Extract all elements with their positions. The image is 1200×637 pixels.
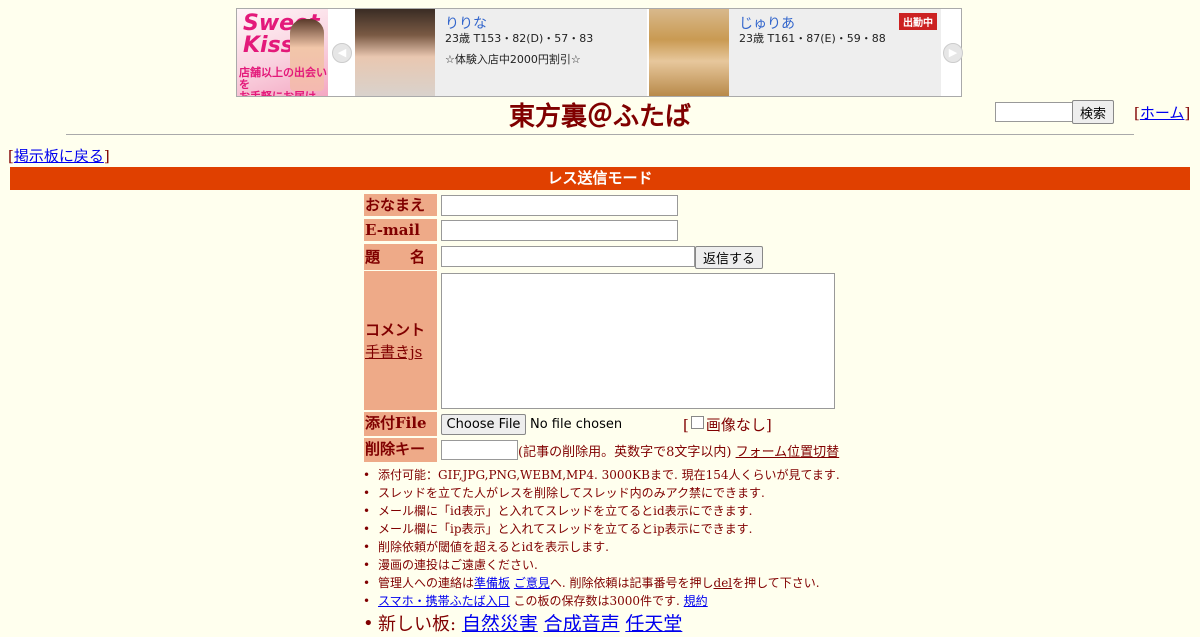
del-text: del	[713, 576, 733, 590]
contact-middle: へ. 削除依頼は記事番号を押し	[549, 576, 714, 590]
rule-item: メール欄に「id表示」と入れてスレッドを立てるとid表示にできます.	[363, 502, 840, 520]
no-image-checkbox[interactable]	[690, 416, 704, 429]
no-image-option: [画像なし]	[683, 416, 772, 434]
feedback-link[interactable]: ご意見	[514, 576, 550, 590]
ad-card-2-status-badge: 出勤中	[899, 13, 937, 30]
ad-card-2[interactable]: じゅりあ 23歳 T161・87(E)・59・88 出勤中	[649, 9, 941, 96]
ad-logo-image[interactable]: Sweet Kiss 店舗以上の出会いを お手軽にお届け	[237, 9, 328, 96]
choose-file-button[interactable]: Choose File	[441, 414, 526, 435]
file-status: No file chosen	[530, 417, 623, 432]
mobile-rule-item: スマホ・携帯ふたば入口 この板の保存数は3000件です. 規約	[363, 592, 840, 610]
contact-rule-item: 管理人への連絡は準備板 ご意見へ. 削除依頼は記事番号を押しdelを押して下さい…	[363, 574, 840, 592]
delkey-label: 削除キー	[364, 438, 437, 462]
ad-prev-arrow-icon[interactable]: ◀	[332, 43, 352, 63]
search-input[interactable]	[995, 102, 1075, 122]
ad-card-1-note: ☆体験入店中2000円割引☆	[445, 53, 581, 66]
new-boards-item: 新しい板: 自然災害 合成音声 任天堂	[363, 612, 840, 637]
name-label: おなまえ	[364, 194, 437, 216]
new-board-link[interactable]: 合成音声	[544, 613, 620, 635]
rule-item: スレッドを立てた人がレスを削除してスレッド内のみアク禁にできます.	[363, 484, 840, 502]
name-input[interactable]	[441, 195, 678, 216]
back-link-wrapper: [掲示板に戻る]	[8, 147, 110, 165]
home-link[interactable]: ホーム	[1140, 104, 1185, 122]
back-to-board-link[interactable]: 掲示板に戻る	[14, 147, 104, 165]
prep-board-link[interactable]: 準備板	[474, 576, 510, 590]
rule-item: 削除依頼が閾値を超えるとidを表示します.	[363, 538, 840, 556]
delete-key-input[interactable]	[441, 440, 518, 460]
ad-card-2-stats: 23歳 T161・87(E)・59・88	[739, 32, 886, 45]
ad-card-1[interactable]: りりな 23歳 T153・82(D)・57・83 ☆体験入店中2000円割引☆	[355, 9, 647, 96]
rule-item: 添付可能：GIF,JPG,PNG,WEBM,MP4. 3000KBまで. 現在1…	[363, 466, 840, 484]
delkey-note-text: (記事の削除用。英数字で8文字以内)	[518, 445, 732, 460]
rule-item: 漫画の連投はご遠慮ください.	[363, 556, 840, 574]
subject-label: 題 名	[364, 244, 437, 270]
delkey-note: (記事の削除用。英数字で8文字以内) フォーム位置切替	[518, 441, 839, 460]
title-divider	[66, 134, 1134, 135]
ad-next-arrow-icon[interactable]: ▶	[943, 43, 963, 63]
new-board-link[interactable]: 任天堂	[625, 613, 682, 635]
ad-banner[interactable]: Sweet Kiss 店舗以上の出会いを お手軽にお届け ◀ りりな 23歳 T…	[236, 8, 963, 97]
home-link-wrapper: [ホーム]	[1134, 104, 1191, 122]
board-rules-list: 添付可能：GIF,JPG,PNG,WEBM,MP4. 3000KBまで. 現在1…	[363, 466, 840, 637]
email-label: E-mail	[364, 219, 437, 241]
submit-reply-button[interactable]: 返信する	[695, 246, 763, 269]
new-board-link[interactable]: 自然災害	[462, 613, 538, 635]
ad-card-1-stats: 23歳 T153・82(D)・57・83	[445, 32, 594, 45]
rule-item: メール欄に「ip表示」と入れてスレッドを立てるとip表示にできます.	[363, 520, 840, 538]
search-button[interactable]: 検索	[1072, 100, 1114, 124]
reply-mode-bar: レス送信モード	[10, 167, 1190, 190]
ad-logo-subtext: 店舗以上の出会いを お手軽にお届け	[239, 66, 327, 97]
mobile-entrance-link[interactable]: スマホ・携帯ふたば入口	[378, 594, 510, 608]
file-label: 添付File	[364, 412, 437, 436]
subject-input[interactable]	[441, 246, 695, 267]
handwriting-link[interactable]: 手書きjs	[365, 341, 422, 362]
comment-label-cell: コメント 手書きjs	[364, 271, 437, 410]
ad-card-2-photo[interactable]	[649, 9, 729, 96]
comment-label: コメント	[365, 321, 426, 339]
contact-suffix: を押して下さい.	[732, 576, 820, 590]
save-count-text: この板の保存数は3000件です.	[513, 594, 680, 608]
contact-prefix: 管理人への連絡は	[378, 576, 475, 590]
no-image-label: 画像なし	[705, 416, 766, 434]
email-input[interactable]	[441, 220, 678, 241]
new-boards-label: 新しい板:	[378, 614, 457, 635]
ad-card-1-photo[interactable]	[355, 9, 435, 96]
comment-textarea[interactable]	[441, 273, 835, 409]
form-position-toggle-link[interactable]: フォーム位置切替	[736, 445, 840, 460]
terms-link[interactable]: 規約	[684, 594, 708, 608]
